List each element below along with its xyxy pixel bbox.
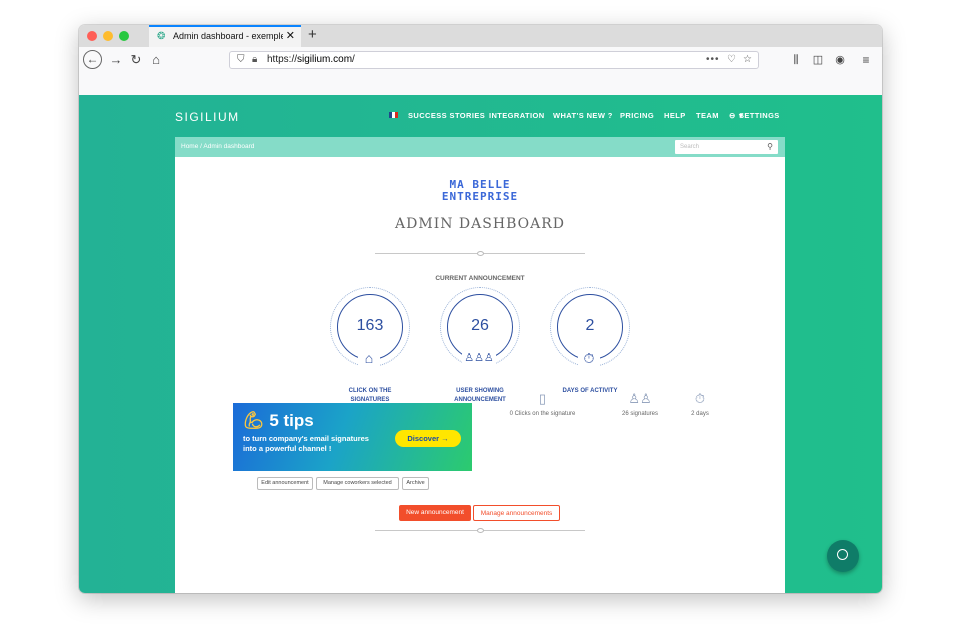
account-icon[interactable]: ◉ (831, 51, 849, 69)
manage-announcements-button[interactable]: Manage announcements (473, 505, 560, 521)
archive-button[interactable]: Archive (402, 477, 429, 490)
nav-success-stories[interactable]: SUCCESS STORIES (408, 111, 485, 120)
mouse-icon: ▯ (538, 391, 547, 406)
banner-headline: 💪︎ 5 tips (243, 411, 314, 430)
search-input[interactable]: Search ⚲ (675, 140, 778, 154)
stopwatch-icon: ⏱︎ (694, 391, 706, 406)
close-tab-icon[interactable]: ✕ (286, 29, 295, 42)
zoom-window-button[interactable] (119, 31, 129, 41)
web-page: SIGILIUM SUCCESS STORIES INTEGRATION WHA… (79, 95, 882, 593)
dashboard-content: MA BELLE ENTREPRISE ADMIN DASHBOARD CURR… (175, 157, 785, 593)
search-icon[interactable]: ⚲ (767, 142, 773, 151)
users-icon: ♙♙ (628, 391, 652, 406)
discover-button[interactable]: Discover → (395, 430, 461, 447)
nav-whats-new[interactable]: WHAT'S NEW ? (553, 111, 613, 120)
breadcrumb[interactable]: Home / Admin dashboard (181, 143, 254, 150)
flexed-arm-icon: 💪︎ (243, 411, 265, 430)
users-icon: ♙♙♙ (462, 347, 496, 369)
company-logo: MA BELLE ENTREPRISE (175, 179, 785, 203)
browser-toolbar: ← → ↻ ⌂ ⛉ 🔒︎ https://sigilium.com/ ••• ♡… (79, 47, 882, 74)
bookmark-star-icon[interactable]: ☆ (743, 52, 752, 68)
mouse-icon: ⌂ (358, 347, 380, 369)
nav-integration[interactable]: INTEGRATION (489, 111, 545, 120)
nav-pricing[interactable]: PRICING (620, 111, 654, 120)
browser-window: ❂ Admin dashboard - exemple@ ✕ + ← → ↻ ⌂… (79, 25, 882, 593)
settings-icon[interactable]: ⊖ (729, 111, 736, 120)
pocket-icon[interactable]: ♡ (727, 52, 736, 68)
chat-launcher-button[interactable] (827, 540, 859, 572)
minimize-window-button[interactable] (103, 31, 113, 41)
back-icon[interactable]: ← (83, 50, 102, 69)
home-icon[interactable]: ⌂ (147, 51, 165, 69)
toolbar-spacer (79, 73, 882, 95)
tab-bar: ❂ Admin dashboard - exemple@ ✕ + (79, 25, 882, 47)
logo-line-2: ENTREPRISE (441, 190, 519, 203)
banner-subtitle: to turn company's email signatures into … (243, 434, 369, 453)
current-announcement-heading: CURRENT ANNOUNCEMENT (435, 275, 525, 282)
library-icon[interactable]: ⫼ (787, 51, 805, 69)
french-flag-icon[interactable] (389, 112, 398, 118)
shield-icon: ⛉ (237, 54, 245, 65)
sidebar-icon[interactable]: ◫ (809, 51, 827, 69)
tab-title: Admin dashboard - exemple@ (173, 31, 283, 41)
announcement-banner[interactable]: 💪︎ 5 tips to turn company's email signat… (233, 403, 472, 471)
nav-team[interactable]: TEAM (696, 111, 719, 120)
new-tab-button[interactable]: + (308, 26, 317, 43)
edit-announcement-button[interactable]: Edit announcement (257, 477, 313, 490)
mini-stat-signatures: ♙♙ 26 signatures (605, 391, 675, 417)
menu-icon[interactable]: ≡ (857, 51, 875, 69)
url-text: https://sigilium.com/ (267, 54, 355, 65)
site-logo[interactable]: SIGILIUM (175, 110, 240, 124)
nav-help[interactable]: HELP (664, 111, 686, 120)
search-placeholder: Search (680, 144, 700, 150)
page-title: ADMIN DASHBOARD (395, 216, 565, 232)
new-announcement-button[interactable]: New announcement (399, 505, 471, 521)
more-actions-icon[interactable]: ••• (706, 52, 720, 68)
divider-ornament (477, 251, 484, 256)
close-window-button[interactable] (87, 31, 97, 41)
divider-ornament (477, 528, 484, 533)
site-favicon-icon: ❂ (157, 31, 166, 42)
browser-tab[interactable]: ❂ Admin dashboard - exemple@ ✕ (149, 25, 301, 47)
mini-stat-clicks: ▯ 0 Clicks on the signature (500, 391, 585, 417)
mini-stat-days: ⏱︎ 2 days (675, 391, 725, 417)
forward-icon[interactable]: → (107, 51, 125, 69)
manage-coworkers-button[interactable]: Manage coworkers selected (316, 477, 399, 490)
stopwatch-icon: ⏱︎ (578, 347, 600, 369)
reload-icon[interactable]: ↻ (127, 51, 145, 69)
nav-settings[interactable]: SETTINGS ▾ (739, 111, 779, 120)
lock-icon: 🔒︎ (252, 54, 258, 65)
chat-bubble-icon (837, 549, 848, 560)
breadcrumb-bar: Home / Admin dashboard Search ⚲ (175, 137, 785, 157)
address-bar[interactable]: ⛉ 🔒︎ https://sigilium.com/ ••• ♡ ☆ (229, 51, 759, 69)
